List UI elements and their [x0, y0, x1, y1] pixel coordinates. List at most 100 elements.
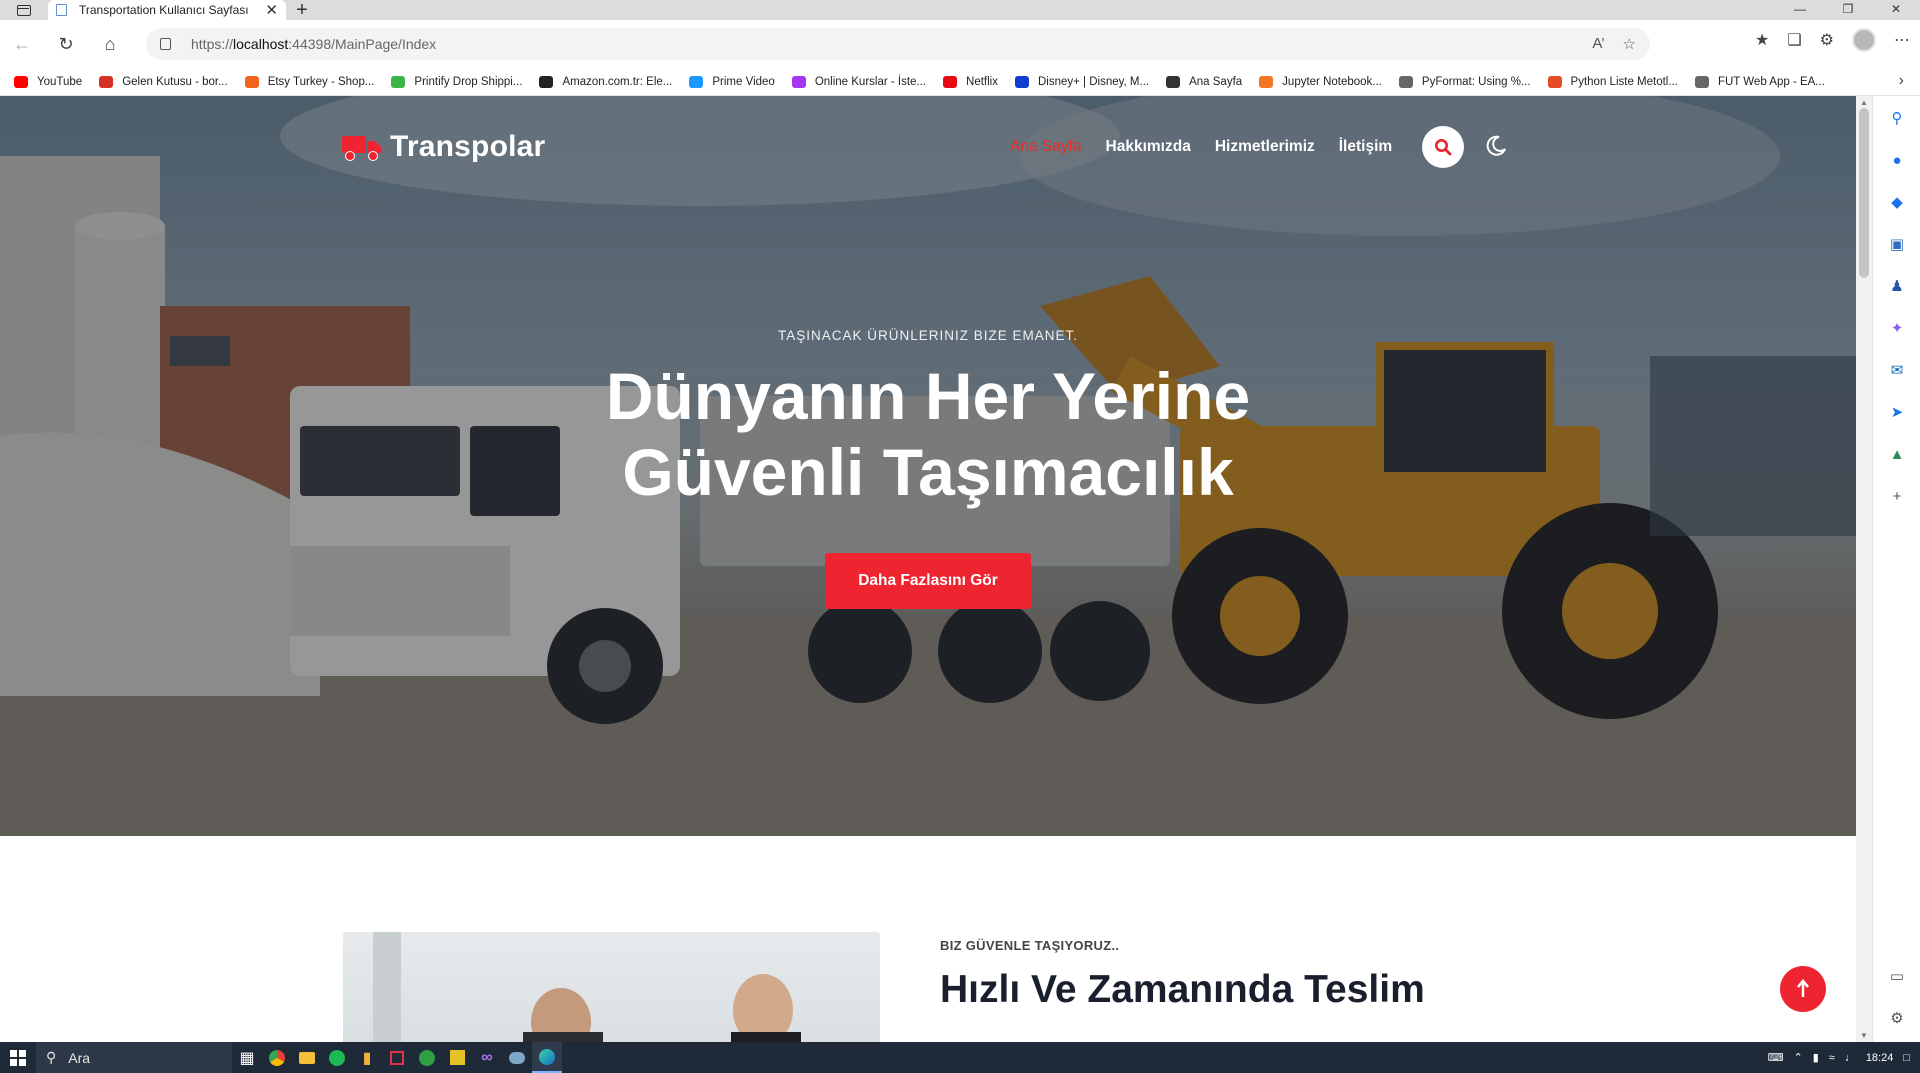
keyboard-icon[interactable]: ⌨ — [1768, 1051, 1784, 1064]
gmail-icon — [99, 75, 114, 88]
send-icon[interactable]: ➤ — [1887, 402, 1907, 422]
favorites-icon[interactable]: ★ — [1755, 30, 1769, 50]
page-scrollbar[interactable]: ▲ ▼ — [1856, 96, 1872, 1042]
minimize-icon[interactable]: — — [1776, 0, 1824, 20]
extensions-icon[interactable]: ⚙ — [1820, 30, 1834, 50]
amazon-icon — [539, 75, 554, 88]
sidebar-settings-icon[interactable]: ⚙ — [1887, 1008, 1907, 1028]
nav-about[interactable]: Hakkımızda — [1106, 138, 1191, 156]
bookmark-item[interactable]: Jupyter Notebook... — [1259, 75, 1382, 88]
nav-home[interactable]: Ana Sayfa — [1010, 138, 1082, 156]
edge-icon[interactable] — [532, 1042, 562, 1073]
tools-icon[interactable]: ▣ — [1887, 234, 1907, 254]
favorite-star-icon[interactable]: ☆ — [1623, 35, 1636, 53]
battery-icon[interactable]: ▮ — [1813, 1051, 1819, 1064]
back-to-top-button[interactable] — [1780, 966, 1826, 1012]
moon-icon[interactable] — [1484, 134, 1508, 158]
wifi-icon[interactable]: ≈ — [1829, 1052, 1835, 1064]
close-tab-icon[interactable]: ✕ — [265, 1, 278, 19]
browser-toolbar: ← ↻ ⌂ https://localhost:44398/MainPage/I… — [0, 20, 1920, 68]
collections-icon[interactable]: ❏ — [1787, 30, 1801, 50]
profile-icon — [1166, 75, 1181, 88]
spotify-icon[interactable] — [322, 1042, 352, 1073]
bookmark-item[interactable]: FUT Web App - EA... — [1694, 75, 1825, 88]
more-menu-icon[interactable]: ⋯ — [1894, 30, 1910, 50]
add-sidebar-icon[interactable]: + — [1887, 486, 1907, 506]
window-controls: — ❐ ✕ — [1776, 0, 1920, 20]
sidebar-layout-icon[interactable]: ▭ — [1887, 966, 1907, 986]
browser-tab[interactable]: Transportation Kullanıcı Sayfası ✕ — [48, 0, 286, 20]
new-tab-button[interactable]: + — [286, 0, 318, 20]
bookmark-label: Amazon.com.tr: Ele... — [562, 75, 673, 88]
bookmark-item[interactable]: Etsy Turkey - Shop... — [244, 75, 374, 88]
clock[interactable]: 18:24 — [1866, 1052, 1894, 1064]
chrome-icon[interactable] — [262, 1042, 292, 1073]
windows-start-icon[interactable] — [0, 1042, 36, 1073]
taskbar-search[interactable]: ⚲ Ara — [36, 1042, 232, 1073]
sidebar-search-icon[interactable]: ⚲ — [1887, 108, 1907, 128]
bookmark-label: Netflix — [966, 75, 998, 88]
read-aloud-icon[interactable]: A’ — [1592, 35, 1604, 53]
sticky-notes-icon[interactable] — [442, 1042, 472, 1073]
refresh-icon[interactable]: ↻ — [44, 28, 88, 60]
shopping-tag-icon[interactable]: ◆ — [1887, 192, 1907, 212]
tab-bar: Transportation Kullanıcı Sayfası ✕ + — ❐… — [0, 0, 1920, 20]
close-window-icon[interactable]: ✕ — [1872, 0, 1920, 20]
brand-logo[interactable]: Transpolar — [342, 130, 545, 164]
tree-icon[interactable]: ▲ — [1887, 444, 1907, 464]
bing-chat-icon[interactable]: ● — [1887, 150, 1907, 170]
scroll-up-icon[interactable]: ▲ — [1860, 98, 1868, 107]
volume-icon[interactable]: ♩ — [1845, 1052, 1856, 1064]
url-text[interactable]: https://localhost:44398/MainPage/Index — [191, 36, 1592, 52]
scroll-down-icon[interactable]: ▼ — [1860, 1031, 1868, 1040]
bookmark-item[interactable]: Printify Drop Shippi... — [391, 75, 522, 88]
hero-cta-button[interactable]: Daha Fazlasını Gör — [825, 553, 1031, 609]
games-icon[interactable]: ♟ — [1887, 276, 1907, 296]
bookmark-label: YouTube — [37, 75, 83, 88]
office-icon[interactable]: ✦ — [1887, 318, 1907, 338]
truck-icon — [342, 136, 381, 161]
bookmarks-bar: YouTube Gelen Kutusu - bor... Etsy Turkey … — [0, 68, 1920, 96]
bookmark-label: Jupyter Notebook... — [1282, 75, 1382, 88]
search-button[interactable] — [1422, 126, 1464, 168]
bookmark-label: PyFormat: Using %... — [1421, 75, 1531, 88]
profile-avatar[interactable] — [1852, 28, 1876, 52]
main-menu: Ana Sayfa Hakkımızda Hizmetlerimiz İleti… — [1010, 138, 1392, 156]
visual-studio-icon[interactable]: ∞ — [472, 1042, 502, 1073]
mail-app-icon[interactable] — [382, 1042, 412, 1073]
bookmark-item[interactable]: PyFormat: Using %... — [1398, 75, 1531, 88]
notifications-icon[interactable]: □ — [1903, 1052, 1910, 1064]
home-icon[interactable]: ⌂ — [88, 28, 132, 60]
bookmark-item[interactable]: Prime Video — [689, 75, 775, 88]
workspaces-icon[interactable] — [0, 0, 48, 20]
scrollbar-thumb[interactable] — [1859, 108, 1869, 278]
task-view-icon[interactable]: ▦ — [232, 1042, 262, 1073]
bookmark-item[interactable]: Online Kurslar - İste... — [791, 75, 927, 88]
site-navbar: Transpolar Ana Sayfa Hakkımızda Hizmetle… — [342, 124, 1514, 170]
tray-chevron-icon[interactable]: ⌃ — [1793, 1051, 1802, 1064]
bookmark-label: Online Kurslar - İste... — [814, 75, 927, 88]
back-arrow-icon[interactable]: ← — [0, 28, 44, 60]
bookmark-item[interactable]: Disney+ | Disney, M... — [1014, 75, 1149, 88]
bookmark-item[interactable]: YouTube — [14, 75, 83, 88]
app-icon-2[interactable] — [502, 1042, 532, 1073]
outlook-icon[interactable]: ✉ — [1887, 360, 1907, 380]
nav-contact[interactable]: İletişim — [1339, 138, 1392, 156]
hero-title-line1: Dünyanın Her Yerine — [605, 359, 1251, 433]
about-title: Hızlı Ve Zamanında Teslim — [940, 968, 1425, 1011]
xbox-icon[interactable] — [412, 1042, 442, 1073]
restore-icon[interactable]: ❐ — [1824, 0, 1872, 20]
more-bookmarks-icon[interactable]: › — [1899, 72, 1904, 90]
bookmark-item[interactable]: Ana Sayfa — [1166, 75, 1242, 88]
bookmark-item[interactable]: Amazon.com.tr: Ele... — [539, 75, 673, 88]
bookmark-item[interactable]: Python Liste Metotl... — [1547, 75, 1678, 88]
app-icon[interactable]: ▮ — [352, 1042, 382, 1073]
address-bar[interactable]: https://localhost:44398/MainPage/Index A… — [146, 28, 1650, 60]
bookmark-item[interactable]: Netflix — [943, 75, 998, 88]
youtube-icon — [14, 75, 28, 88]
lock-icon[interactable] — [160, 38, 171, 50]
file-explorer-icon[interactable] — [292, 1042, 322, 1073]
about-kicker: BIZ GÜVENLE TAŞIYORUZ.. — [940, 938, 1120, 953]
bookmark-item[interactable]: Gelen Kutusu - bor... — [99, 75, 228, 88]
nav-services[interactable]: Hizmetlerimiz — [1215, 138, 1315, 156]
